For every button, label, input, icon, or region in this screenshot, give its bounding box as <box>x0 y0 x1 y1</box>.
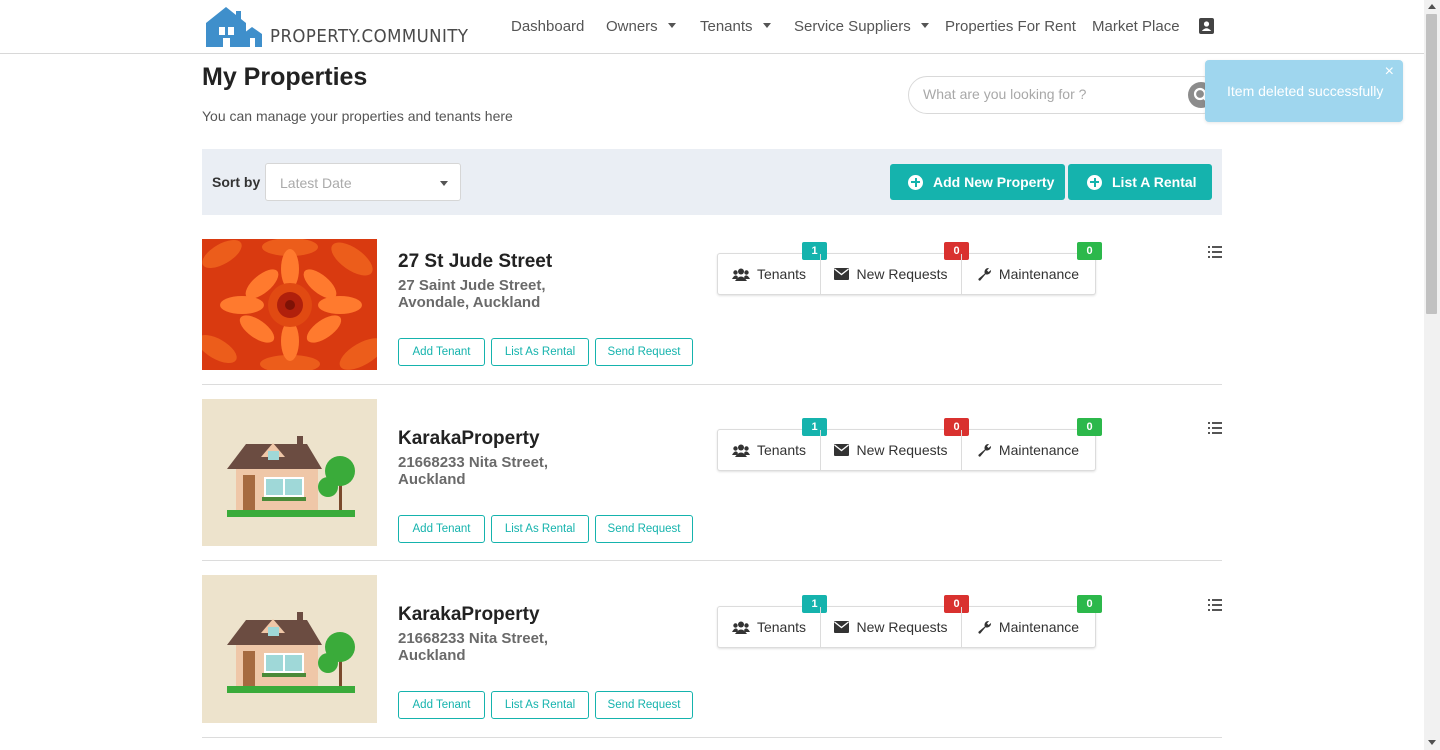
row-divider <box>202 384 1222 385</box>
users-icon <box>731 268 750 281</box>
wrench-icon <box>978 620 991 634</box>
property-name[interactable]: 27 St Jude Street <box>398 251 552 273</box>
list-as-rental-button[interactable]: List As Rental <box>491 515 589 543</box>
property-row: KarakaProperty 21668233 Nita Street, Auc… <box>202 575 1222 723</box>
maintenance-stat[interactable]: Maintenance 0 <box>961 242 1102 294</box>
users-icon <box>731 444 750 457</box>
maintenance-stat-label: Maintenance <box>998 266 1080 282</box>
scroll-thumb[interactable] <box>1426 14 1437 314</box>
success-toast: Item deleted successfully × <box>1205 60 1403 122</box>
nav-tenants[interactable]: Tenants <box>700 18 771 35</box>
plus-circle-icon <box>1087 174 1102 190</box>
new-requests-stat-label: New Requests <box>856 619 948 635</box>
send-request-button[interactable]: Send Request <box>595 515 693 543</box>
toast-message: Item deleted successfully <box>1227 83 1384 99</box>
scroll-up-icon[interactable] <box>1428 4 1436 9</box>
property-stats: Tenants 1 New Requests 0 Maintenance 0 <box>717 418 1102 471</box>
search-box <box>908 76 1222 114</box>
property-image[interactable] <box>202 575 377 723</box>
property-address: 21668233 Nita Street, Auckland <box>398 630 549 664</box>
sort-toolbar: Sort by : Latest Date Add New Property L… <box>202 149 1222 215</box>
add-tenant-button[interactable]: Add Tenant <box>398 515 485 543</box>
chevron-down-icon <box>440 181 448 186</box>
new-requests-stat[interactable]: New Requests 0 <box>820 242 969 294</box>
close-icon[interactable]: × <box>1385 64 1394 80</box>
nav-market-place[interactable]: Market Place <box>1092 18 1180 35</box>
scroll-down-icon[interactable] <box>1428 740 1436 745</box>
property-stats: Tenants 1 New Requests 0 Maintenance 0 <box>717 595 1102 648</box>
user-card-icon[interactable] <box>1199 18 1215 35</box>
brand-logo[interactable]: PROPERTY.COMMUNITY <box>206 5 486 47</box>
list-a-rental-button[interactable]: List A Rental <box>1068 164 1212 200</box>
search-input[interactable] <box>923 86 1173 102</box>
maintenance-stat[interactable]: Maintenance 0 <box>961 595 1102 647</box>
property-row: KarakaProperty 21668233 Nita Street, Auc… <box>202 399 1222 546</box>
maintenance-stat[interactable]: Maintenance 0 <box>961 418 1102 470</box>
brand-name: PROPERTY.COMMUNITY <box>270 26 469 47</box>
house-illustration-icon <box>202 575 377 723</box>
property-name[interactable]: KarakaProperty <box>398 604 540 626</box>
list-menu-icon[interactable] <box>1208 246 1222 258</box>
property-image[interactable] <box>202 399 377 546</box>
page-subtitle: You can manage your properties and tenan… <box>202 108 513 124</box>
users-icon <box>731 621 750 634</box>
maintenance-count-badge: 0 <box>1077 242 1102 260</box>
send-request-button[interactable]: Send Request <box>595 691 693 719</box>
tenants-stat-label: Tenants <box>756 442 807 458</box>
list-as-rental-button[interactable]: List As Rental <box>491 338 589 366</box>
new-requests-stat[interactable]: New Requests 0 <box>820 418 969 470</box>
wrench-icon <box>978 443 991 457</box>
tenants-stat-label: Tenants <box>756 266 807 282</box>
nav-properties-for-rent[interactable]: Properties For Rent <box>945 18 1076 35</box>
list-as-rental-button[interactable]: List As Rental <box>491 691 589 719</box>
list-menu-icon[interactable] <box>1208 422 1222 434</box>
add-tenant-button[interactable]: Add Tenant <box>398 691 485 719</box>
property-image[interactable] <box>202 239 377 370</box>
house-illustration-icon <box>202 399 377 546</box>
add-new-property-label: Add New Property <box>933 174 1055 190</box>
envelope-icon <box>834 444 850 456</box>
wrench-icon <box>978 267 991 281</box>
maintenance-count-badge: 0 <box>1077 595 1102 613</box>
page-scrollbar[interactable] <box>1424 0 1440 750</box>
new-requests-stat[interactable]: New Requests 0 <box>820 595 969 647</box>
chevron-down-icon <box>667 22 676 28</box>
tenants-stat[interactable]: Tenants 1 <box>718 418 827 470</box>
nav-dashboard[interactable]: Dashboard <box>511 18 584 35</box>
sort-select[interactable]: Latest Date <box>265 163 461 201</box>
chevron-down-icon <box>762 22 771 28</box>
sort-label: Sort by : <box>212 174 269 190</box>
maintenance-stat-label: Maintenance <box>998 619 1080 635</box>
property-name[interactable]: KarakaProperty <box>398 428 540 450</box>
list-a-rental-label: List A Rental <box>1112 174 1197 190</box>
maintenance-count-badge: 0 <box>1077 418 1102 436</box>
house-logo-icon <box>206 7 262 47</box>
sort-selected-value: Latest Date <box>280 175 352 191</box>
tenants-stat[interactable]: Tenants 1 <box>718 595 827 647</box>
property-row: 27 St Jude Street 27 Saint Jude Street, … <box>202 239 1222 370</box>
row-divider <box>202 737 1222 738</box>
property-address: 27 Saint Jude Street, Avondale, Auckland <box>398 277 546 311</box>
add-new-property-button[interactable]: Add New Property <box>890 164 1065 200</box>
page-title: My Properties <box>202 63 368 91</box>
send-request-button[interactable]: Send Request <box>595 338 693 366</box>
chevron-down-icon <box>920 22 929 28</box>
list-menu-icon[interactable] <box>1208 599 1222 611</box>
property-stats: Tenants 1 New Requests 0 Maintenance 0 <box>717 242 1102 295</box>
envelope-icon <box>834 621 850 633</box>
tenants-stat-label: Tenants <box>756 619 807 635</box>
property-address: 21668233 Nita Street, Auckland <box>398 454 549 488</box>
maintenance-stat-label: Maintenance <box>998 442 1080 458</box>
nav-service-suppliers[interactable]: Service Suppliers <box>794 18 929 35</box>
row-divider <box>202 560 1222 561</box>
tenants-stat[interactable]: Tenants 1 <box>718 242 827 294</box>
top-navbar: PROPERTY.COMMUNITY Dashboard Owners Tena… <box>0 0 1424 54</box>
nav-owners[interactable]: Owners <box>606 18 676 35</box>
envelope-icon <box>834 268 850 280</box>
add-tenant-button[interactable]: Add Tenant <box>398 338 485 366</box>
new-requests-stat-label: New Requests <box>856 442 948 458</box>
new-requests-stat-label: New Requests <box>856 266 948 282</box>
plus-circle-icon <box>908 174 923 190</box>
flower-photo-icon <box>202 239 377 370</box>
